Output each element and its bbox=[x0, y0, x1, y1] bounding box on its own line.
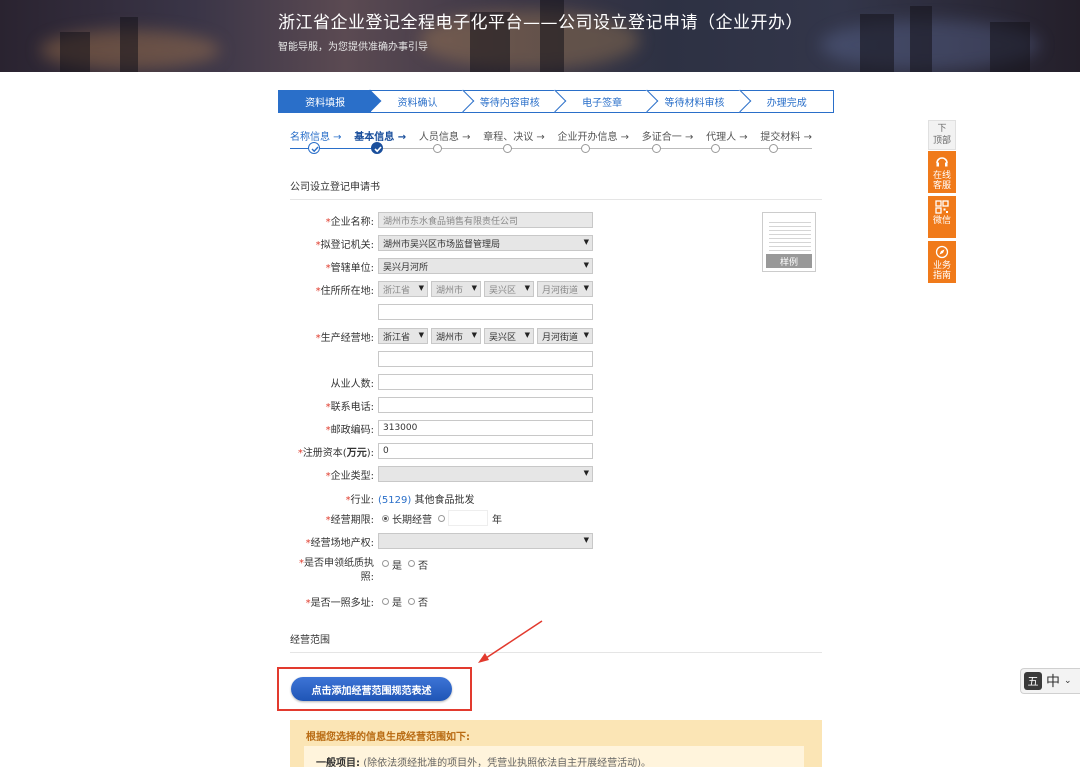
chevron-down-icon[interactable]: ⌄ bbox=[1064, 676, 1072, 686]
row-production-site: *生产经营地: 浙江省 湖州市 吴兴区 月河街道 bbox=[290, 328, 690, 344]
subtab-multi-cert[interactable]: 多证合一 → bbox=[642, 128, 694, 143]
subtab-submit[interactable]: 提交材料 → bbox=[760, 128, 812, 143]
row-paper-license: *是否申领纸质执 照: 是 否 bbox=[299, 558, 428, 583]
term-years-radio[interactable] bbox=[438, 514, 445, 522]
section-title-application: 公司设立登记申请书 bbox=[290, 182, 380, 193]
step-fill-info[interactable]: 资料填报 bbox=[279, 89, 382, 113]
production-street-select[interactable]: 月河街道 bbox=[537, 328, 593, 344]
term-years-input[interactable] bbox=[448, 510, 488, 526]
domicile-province-select[interactable]: 浙江省 bbox=[378, 281, 428, 297]
qrcode-icon bbox=[935, 200, 949, 214]
row-term: *经营期限: 长期经营 年 bbox=[290, 510, 690, 526]
domicile-district-select[interactable]: 吴兴区 bbox=[484, 281, 534, 297]
general-items-box: 一般项目: (除依法须经批准的项目外，凭营业执照依法自主开展经营活动)。 bbox=[304, 746, 804, 767]
domicile-detail-input[interactable] bbox=[378, 304, 593, 320]
compass-icon bbox=[935, 245, 949, 259]
section-title-scope: 经营范围 bbox=[290, 635, 330, 646]
progress-dot bbox=[711, 144, 720, 153]
row-company-type: *企业类型: bbox=[290, 466, 690, 482]
subtab-startup-info[interactable]: 企业开办信息 → bbox=[558, 128, 630, 143]
step-complete[interactable]: 办理完成 bbox=[741, 91, 833, 112]
annotation-arrow-icon bbox=[478, 620, 543, 663]
progress-dot bbox=[769, 144, 778, 153]
subtab-name-info[interactable]: 名称信息 → bbox=[290, 128, 342, 143]
row-jurisdiction: *管辖单位: 吴兴月河所 bbox=[290, 258, 690, 274]
company-type-select[interactable] bbox=[378, 466, 593, 482]
row-domicile: *住所所在地: 浙江省 湖州市 吴兴区 月河街道 bbox=[290, 281, 690, 297]
step-e-signature[interactable]: 电子签章 bbox=[556, 89, 659, 113]
row-property: *经营场地产权: bbox=[290, 533, 690, 549]
step-material-review[interactable]: 等待材料审核 bbox=[648, 89, 751, 113]
row-company-name: *企业名称: 湖州市东水食品销售有限责任公司 bbox=[290, 212, 690, 228]
process-steps: 资料填报 资料确认 等待内容审核 电子签章 等待材料审核 办理完成 bbox=[278, 89, 834, 113]
add-business-scope-button[interactable]: 点击添加经营范围规范表述 bbox=[291, 677, 452, 701]
row-postcode: *邮政编码: 313000 bbox=[290, 420, 690, 436]
page-subtitle: 智能导服，为您提供准确办事引导 bbox=[278, 42, 428, 53]
domicile-city-select[interactable]: 湖州市 bbox=[431, 281, 481, 297]
paper-license-yes-radio[interactable] bbox=[382, 560, 389, 567]
scope-result-panel: 根据您选择的信息生成经营范围如下: 一般项目: (除依法须经批准的项目外，凭营业… bbox=[290, 720, 822, 767]
industry-value: (5129) 其他食品批发 bbox=[378, 494, 475, 506]
subtab-articles[interactable]: 章程、决议 → bbox=[483, 128, 545, 143]
row-domicile-detail bbox=[290, 304, 690, 320]
ime-toolbar[interactable]: 五 中 ⌄ bbox=[1020, 668, 1080, 694]
business-guide-button[interactable]: 业务 指南 bbox=[928, 241, 956, 283]
sample-thumbnail[interactable]: 样例 bbox=[762, 212, 816, 272]
company-name-field: 湖州市东水食品销售有限责任公司 bbox=[378, 212, 593, 228]
sub-progress: 名称信息 → 基本信息 → 人员信息 → 章程、决议 → 企业开办信息 → 多证… bbox=[290, 128, 812, 158]
property-select[interactable] bbox=[378, 533, 593, 549]
production-province-select[interactable]: 浙江省 bbox=[378, 328, 428, 344]
header-banner: 浙江省企业登记全程电子化平台——公司设立登记申请（企业开办） 智能导服，为您提供… bbox=[0, 0, 1080, 72]
ime-mode[interactable]: 中 bbox=[1046, 671, 1060, 691]
progress-dot bbox=[652, 144, 661, 153]
production-district-select[interactable]: 吴兴区 bbox=[484, 328, 534, 344]
multi-address-no-radio[interactable] bbox=[408, 597, 415, 605]
divider bbox=[290, 199, 822, 200]
check-icon bbox=[308, 142, 320, 154]
step-content-review[interactable]: 等待内容审核 bbox=[464, 89, 567, 113]
progress-dot bbox=[503, 144, 512, 153]
domicile-street-select[interactable]: 月河街道 bbox=[537, 281, 593, 297]
online-service-button[interactable]: 在线 客服 bbox=[928, 151, 956, 193]
back-to-top-button[interactable]: 下顶部 bbox=[928, 120, 956, 150]
row-multi-address: *是否一照多址: 是 否 bbox=[305, 597, 428, 609]
term-long-radio[interactable] bbox=[382, 514, 389, 522]
row-industry: *行业: (5129) 其他食品批发 bbox=[290, 490, 690, 506]
capital-input[interactable]: 0 bbox=[378, 443, 593, 459]
progress-dot bbox=[581, 144, 590, 153]
row-phone: *联系电话: bbox=[290, 397, 690, 413]
headset-icon bbox=[936, 157, 948, 167]
jurisdiction-select[interactable]: 吴兴月河所 bbox=[378, 258, 593, 274]
row-production-detail bbox=[290, 351, 690, 367]
production-detail-input[interactable] bbox=[378, 351, 593, 367]
registration-authority-select[interactable]: 湖州市吴兴区市场监督管理局 bbox=[378, 235, 593, 251]
page-title: 浙江省企业登记全程电子化平台——公司设立登记申请（企业开办） bbox=[278, 13, 803, 33]
subtab-basic-info[interactable]: 基本信息 → bbox=[354, 128, 406, 143]
row-employees: 从业人数: bbox=[290, 374, 690, 390]
multi-address-yes-radio[interactable] bbox=[382, 597, 389, 605]
row-registration-authority: *拟登记机关: 湖州市吴兴区市场监督管理局 bbox=[290, 235, 690, 251]
progress-dot bbox=[433, 144, 442, 153]
production-city-select[interactable]: 湖州市 bbox=[431, 328, 481, 344]
check-icon bbox=[371, 142, 383, 154]
wechat-button[interactable]: 微信 bbox=[928, 196, 956, 238]
subtab-personnel-info[interactable]: 人员信息 → bbox=[419, 128, 471, 143]
postcode-input[interactable]: 313000 bbox=[378, 420, 593, 436]
phone-input[interactable] bbox=[378, 397, 593, 413]
subtab-agent[interactable]: 代理人 → bbox=[706, 128, 748, 143]
divider bbox=[290, 652, 822, 653]
paper-license-no-radio[interactable] bbox=[408, 560, 415, 567]
step-confirm-info[interactable]: 资料确认 bbox=[371, 89, 474, 113]
row-capital: *注册资本(万元): 0 bbox=[290, 443, 690, 459]
ime-badge: 五 bbox=[1024, 672, 1042, 690]
employees-input[interactable] bbox=[378, 374, 593, 390]
